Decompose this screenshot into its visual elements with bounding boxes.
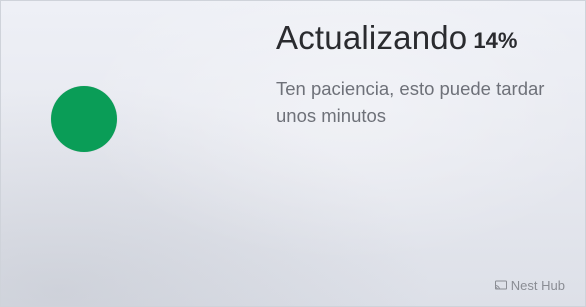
device-branding: Nest Hub: [494, 278, 565, 293]
device-name: Nest Hub: [510, 278, 565, 293]
update-progress-percent: 14%: [473, 28, 518, 53]
update-title-text: Actualizando: [276, 19, 468, 56]
status-indicator-dot: [51, 86, 117, 152]
update-screen: Actualizando 14% Ten paciencia, esto pued…: [0, 0, 586, 307]
update-message: Ten paciencia, esto puede tardar unos mi…: [276, 78, 545, 126]
update-title: Actualizando 14%: [276, 19, 517, 57]
cast-icon: [494, 280, 508, 291]
